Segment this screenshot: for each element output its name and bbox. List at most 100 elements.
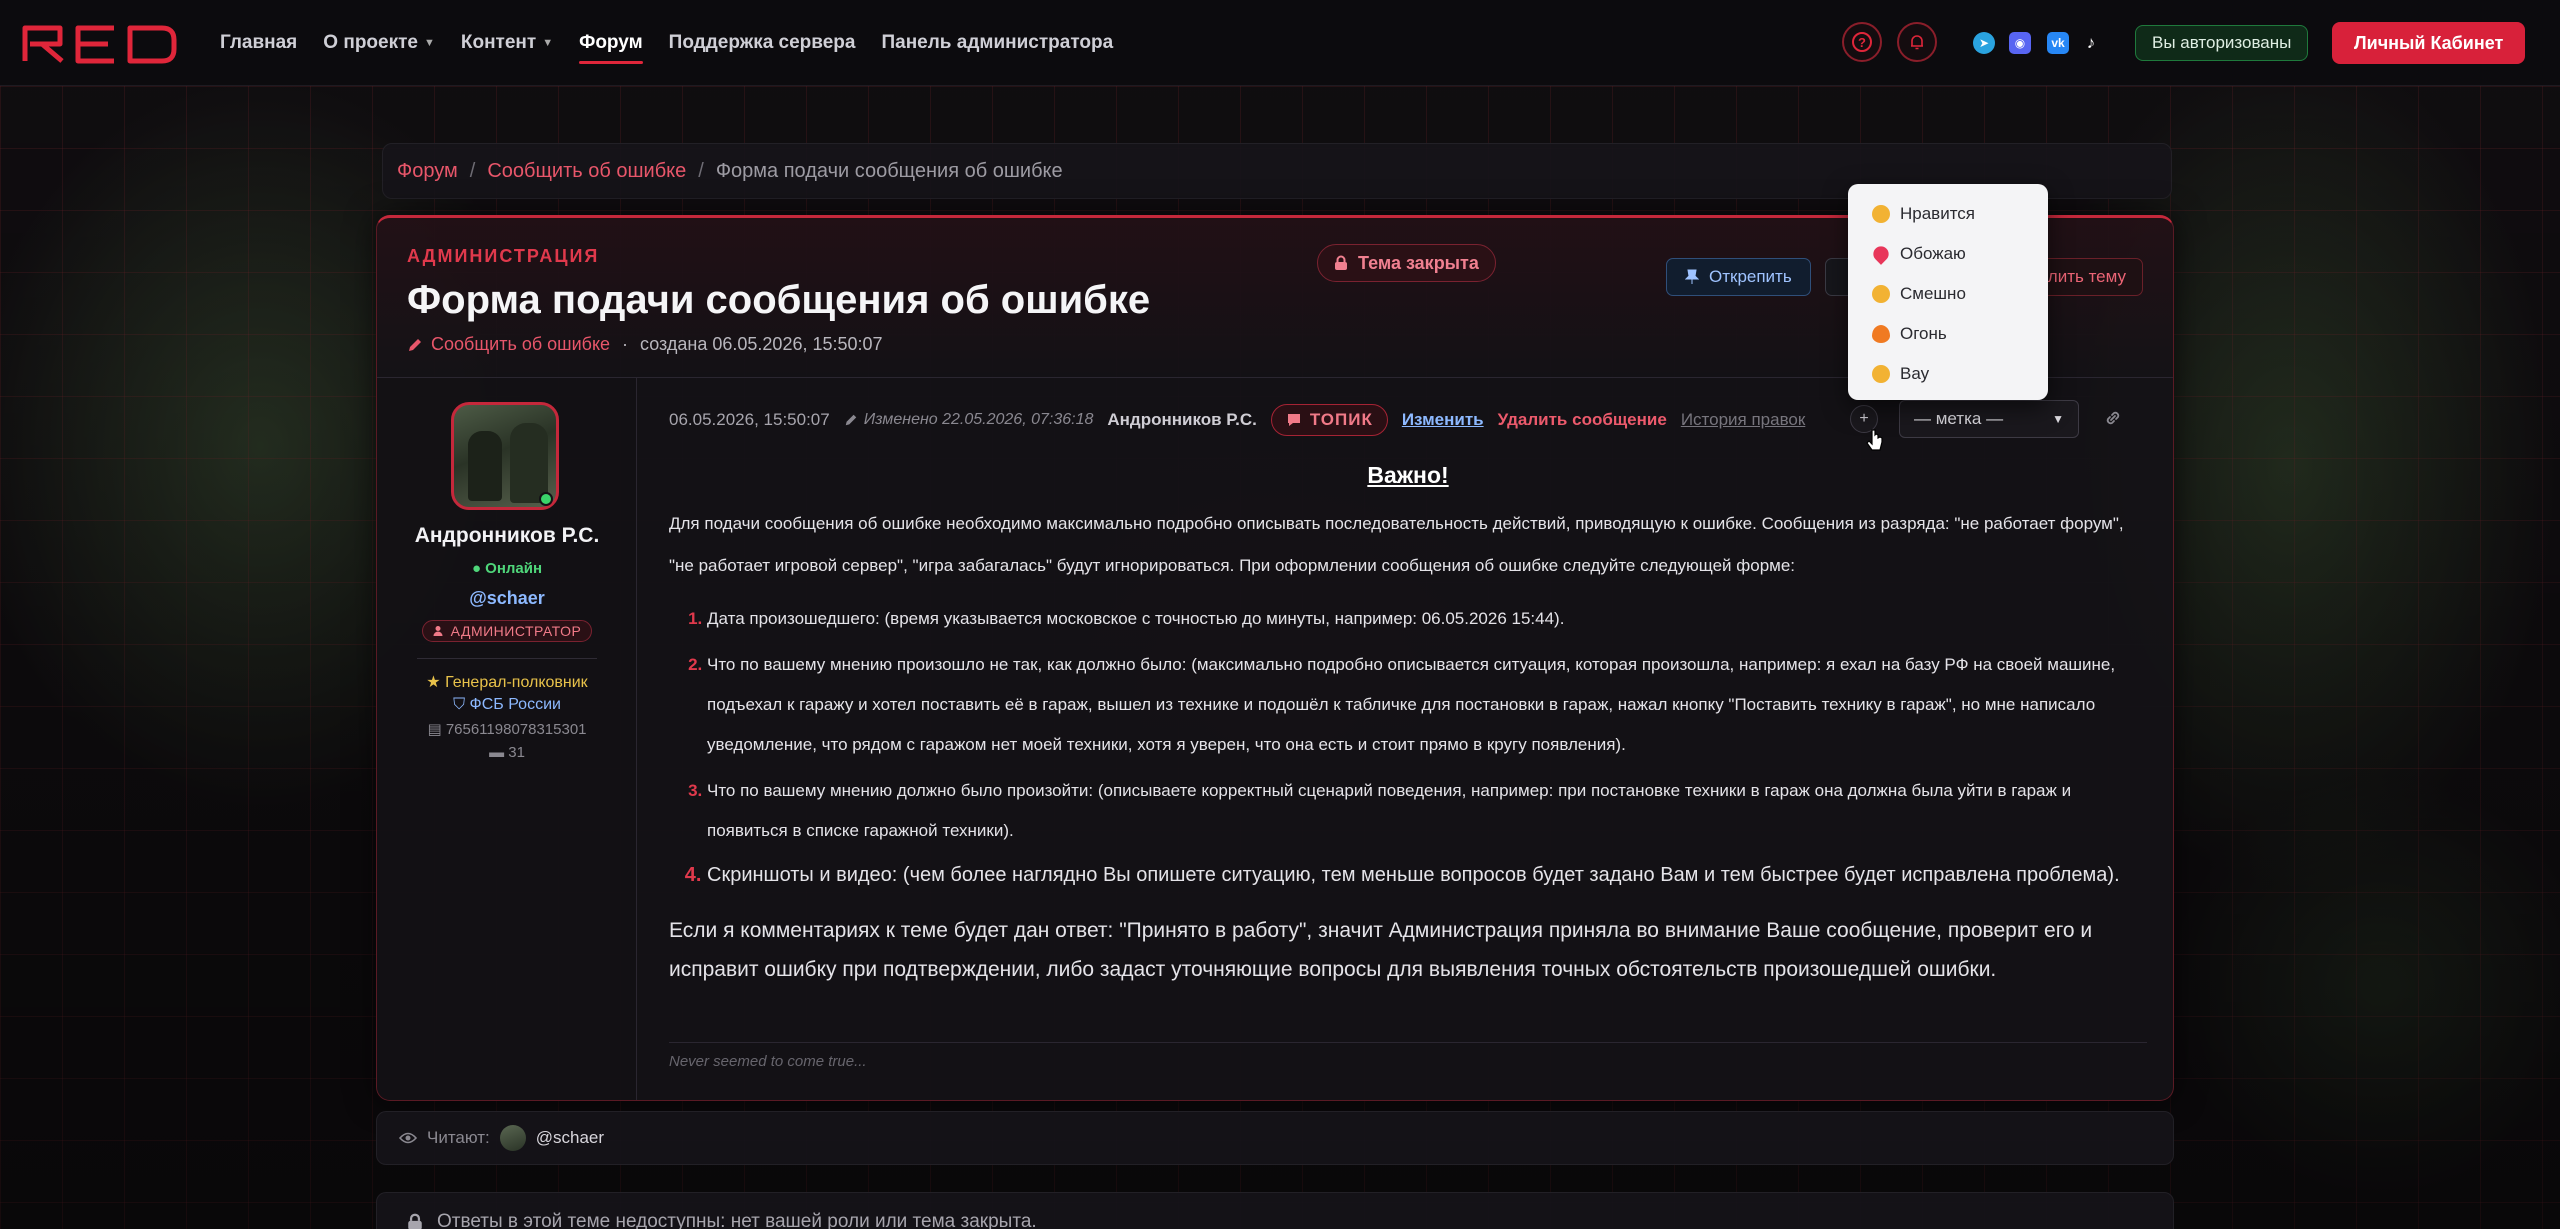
breadcrumb-forum[interactable]: Форум: [397, 160, 458, 183]
post-content: Важно! Для подачи сообщения об ошибке не…: [669, 462, 2147, 989]
divider: [417, 658, 597, 659]
role-badge: АДМИНИСТРАТОР: [422, 620, 592, 642]
edit-post-link[interactable]: Изменить: [1402, 410, 1484, 430]
topic-created: создана 06.05.2026, 15:50:07: [640, 334, 883, 354]
reaction-label: Обожаю: [1900, 244, 1966, 263]
steam-id-value: 76561198078315301: [445, 721, 587, 738]
tiktok-icon[interactable]: ♪: [2080, 32, 2102, 54]
vk-icon[interactable]: vk: [2047, 32, 2069, 54]
author-column: Андронников Р.С. ● Онлайн @schaer АДМИНИ…: [377, 378, 637, 1100]
mouse-cursor-icon: [1866, 429, 1883, 451]
nav-forum-label: Форум: [579, 32, 643, 53]
nav-support-label: Поддержка сервера: [668, 32, 856, 53]
nav-admin-label: Панель администратора: [881, 32, 1114, 53]
lock-icon: [1335, 255, 1347, 270]
nav-content-label: Контент: [460, 32, 537, 53]
auth-status-badge: Вы авторизованы: [2135, 25, 2309, 61]
post-meta: 06.05.2026, 15:50:07 Изменено 22.05.2026…: [669, 404, 1805, 436]
fire-icon: [1872, 325, 1890, 343]
author-rank: ★ Генерал-полковник: [377, 672, 637, 692]
reaction-label: Смешно: [1900, 284, 1966, 303]
post-signature: Never seemed to come true...: [669, 1042, 2147, 1070]
link-icon[interactable]: [2103, 408, 2123, 428]
discord-icon[interactable]: ◉: [2009, 32, 2031, 54]
list-item: Что по вашему мнению должно было произой…: [707, 771, 2147, 851]
reaction-wow[interactable]: Вау: [1848, 354, 2048, 394]
mark-select-value: — метка —: [1914, 409, 2004, 428]
delete-post-link[interactable]: Удалить сообщение: [1498, 410, 1667, 430]
author-handle[interactable]: @schaer: [377, 588, 637, 609]
nav-home[interactable]: Главная: [220, 0, 297, 86]
post-author[interactable]: Андронников Р.С.: [1107, 410, 1256, 430]
breadcrumb-current: Форма подачи сообщения об ошибке: [715, 159, 1063, 182]
nav-forum[interactable]: Форум: [579, 0, 643, 86]
topic-closed-badge: Тема закрыта: [1317, 244, 1496, 282]
post-heading: Важно!: [1367, 462, 1449, 488]
reaction-funny[interactable]: Смешно: [1848, 274, 2048, 314]
reaction-fire[interactable]: Огонь: [1848, 314, 2048, 354]
role-label: АДМИНИСТРАТОР: [450, 623, 582, 639]
star-icon: ★: [426, 674, 441, 691]
chevron-down-icon: ▼: [423, 37, 435, 49]
nav-about[interactable]: О проекте ▼: [323, 0, 435, 86]
post-edited-label: Изменено 22.05.2026, 07:36:18: [863, 411, 1094, 428]
chevron-down-icon: ▼: [2052, 412, 2064, 426]
nav-server-support[interactable]: Поддержка сервера: [669, 0, 856, 86]
wow-icon: [1872, 365, 1890, 383]
nav-content[interactable]: Контент ▼: [461, 0, 553, 86]
reaction-love[interactable]: Обожаю: [1848, 234, 2048, 274]
svg-text:?: ?: [1858, 35, 1866, 50]
main-nav: Главная О проекте ▼ Контент ▼ Форум Поддер…: [220, 0, 1113, 86]
author-post-count: ▬ 31: [377, 744, 637, 761]
pencil-icon: [845, 414, 856, 426]
post-edited: Изменено 22.05.2026, 07:36:18: [844, 411, 1094, 429]
author-name[interactable]: Андронников Р.С.: [377, 524, 637, 548]
thumbs-up-icon: [1872, 205, 1890, 223]
comment-icon: [1287, 414, 1300, 426]
closed-notice-text: Ответы в этой теме недоступны: нет вашей…: [437, 1211, 1037, 1229]
online-indicator: [539, 492, 553, 506]
breadcrumb-separator: /: [469, 159, 476, 182]
nav-about-label: О проекте: [323, 32, 418, 53]
online-status-label: Онлайн: [485, 560, 543, 577]
navbar-right: ? ➤ ◉ vk ♪ Вы авторизованы Личный Кабине…: [1660, 0, 2560, 86]
heart-icon: [1870, 243, 1892, 265]
bell-icon: [1911, 35, 1923, 50]
breadcrumb-bug-report[interactable]: Сообщить об ошибке: [487, 160, 686, 183]
help-button[interactable]: ?: [1842, 22, 1882, 62]
eye-icon: [399, 1132, 417, 1144]
user-shield-icon: [433, 626, 443, 636]
cabinet-button[interactable]: Личный Кабинет: [2332, 22, 2526, 64]
reaction-like[interactable]: Нравится: [1848, 194, 2048, 234]
online-status: ● Онлайн: [471, 560, 543, 577]
notifications-button[interactable]: [1897, 22, 1937, 62]
telegram-icon[interactable]: ➤: [1973, 32, 1995, 54]
topic-forum-label: Сообщить об ошибке: [431, 334, 611, 354]
nav-admin-panel[interactable]: Панель администратора: [881, 0, 1113, 86]
author-org: ⛉ ФСБ России: [377, 696, 637, 714]
avatar-figure: [510, 423, 548, 503]
topic-forum-link[interactable]: Сообщить об ошибке: [407, 334, 610, 355]
org-label: ФСБ России: [469, 696, 561, 713]
unpin-button[interactable]: Открепить: [1666, 258, 1811, 296]
red-logo[interactable]: [22, 24, 178, 64]
laugh-icon: [1872, 285, 1890, 303]
avatar[interactable]: [499, 1125, 526, 1151]
mark-select[interactable]: — метка — ▼: [1899, 400, 2079, 438]
top-navbar: Главная О проекте ▼ Контент ▼ Форум Поддер…: [0, 0, 2560, 86]
edit-history-link[interactable]: История правок: [1681, 410, 1806, 430]
nav-home-label: Главная: [220, 32, 298, 53]
comment-icon: ▬: [489, 744, 505, 761]
reader-name[interactable]: @schaer: [536, 1128, 604, 1148]
avatar-figure: [468, 431, 502, 501]
author-steam-id: ▤ 76561198078315301: [377, 720, 637, 738]
topic-tag-badge: ТОПИК: [1270, 404, 1388, 436]
post-date: 06.05.2026, 15:50:07: [669, 410, 830, 429]
rank-label: Генерал-полковник: [445, 674, 588, 691]
meta-dot: ·: [622, 334, 629, 354]
reactions-dropdown: Нравится Обожаю Смешно Огонь Вау: [1848, 184, 2048, 400]
topic-category: АДМИНИСТРАЦИЯ: [407, 246, 600, 266]
topic-tag-label: ТОПИК: [1309, 410, 1373, 429]
lock-icon: [408, 1213, 422, 1229]
pin-icon: [1685, 269, 1699, 284]
